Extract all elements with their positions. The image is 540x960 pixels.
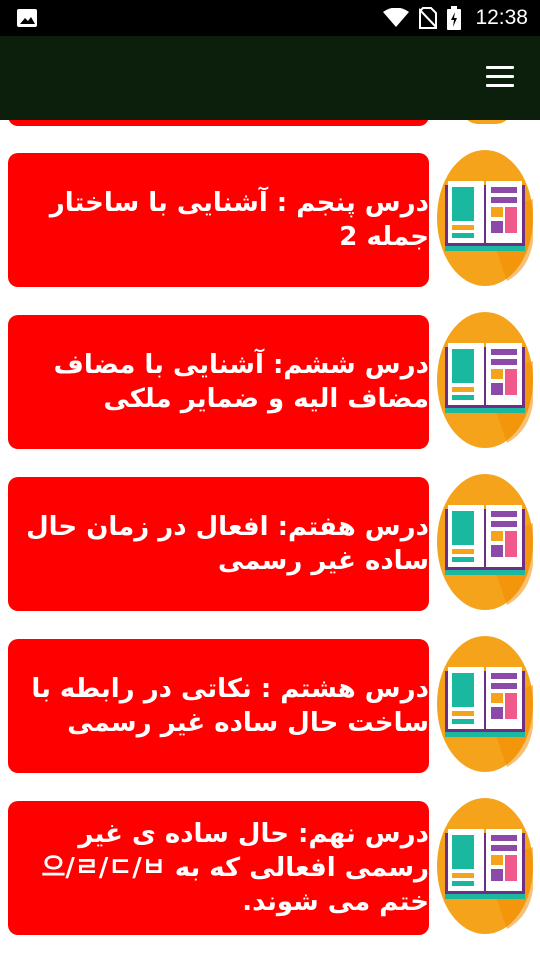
lesson-title: درس پنجم : آشنایی با ساختار جمله 2 bbox=[49, 188, 429, 252]
status-icons: 12:38 bbox=[383, 0, 528, 36]
lesson-card[interactable]: درس هفتم: افعال در زمان حال ساده غیر رسم… bbox=[8, 477, 429, 611]
open-book-icon bbox=[437, 797, 533, 935]
open-book-icon bbox=[437, 473, 533, 611]
partial-lesson-card[interactable] bbox=[8, 120, 429, 126]
lesson-card[interactable]: درس ششم: آشنایی با مضاف مضاف الیه و ضمای… bbox=[8, 315, 429, 449]
no-sim-icon bbox=[419, 7, 438, 29]
lesson-title: درس ششم: آشنایی با مضاف مضاف الیه و ضمای… bbox=[53, 350, 429, 414]
open-book-icon bbox=[437, 149, 533, 287]
partial-book-icon bbox=[462, 120, 512, 124]
wifi-icon bbox=[383, 8, 410, 27]
lesson-list[interactable]: درس پنجم : آشنایی با ساختار جمله 2 درس ش… bbox=[0, 120, 540, 960]
open-book-icon bbox=[437, 311, 533, 449]
hamburger-menu-icon[interactable] bbox=[486, 66, 514, 88]
status-time: 12:38 bbox=[475, 6, 528, 29]
lesson-title: درس نهم: حال ساده ی غیر رسمی افعالی که ب… bbox=[41, 819, 429, 917]
lesson-card[interactable]: درس هشتم : نکاتی در رابطه با ساخت حال سا… bbox=[8, 639, 429, 773]
lesson-item[interactable]: درس هشتم : نکاتی در رابطه با ساخت حال سا… bbox=[0, 636, 540, 775]
image-icon bbox=[17, 9, 37, 27]
status-bar: 12:38 bbox=[0, 0, 540, 36]
battery-charging-icon bbox=[447, 6, 462, 30]
app-bar bbox=[0, 36, 540, 120]
lesson-item[interactable]: درس نهم: حال ساده ی غیر رسمی افعالی که ب… bbox=[0, 798, 540, 937]
lesson-card[interactable]: درس نهم: حال ساده ی غیر رسمی افعالی که ب… bbox=[8, 801, 429, 935]
lesson-item[interactable]: درس پنجم : آشنایی با ساختار جمله 2 bbox=[0, 150, 540, 289]
lesson-item[interactable]: درس ششم: آشنایی با مضاف مضاف الیه و ضمای… bbox=[0, 312, 540, 451]
lesson-card[interactable]: درس پنجم : آشنایی با ساختار جمله 2 bbox=[8, 153, 429, 287]
lesson-title: درس هشتم : نکاتی در رابطه با ساخت حال سا… bbox=[31, 674, 429, 738]
lesson-title: درس هفتم: افعال در زمان حال ساده غیر رسم… bbox=[26, 512, 429, 576]
open-book-icon bbox=[437, 635, 533, 773]
lesson-item[interactable]: درس هفتم: افعال در زمان حال ساده غیر رسم… bbox=[0, 474, 540, 613]
